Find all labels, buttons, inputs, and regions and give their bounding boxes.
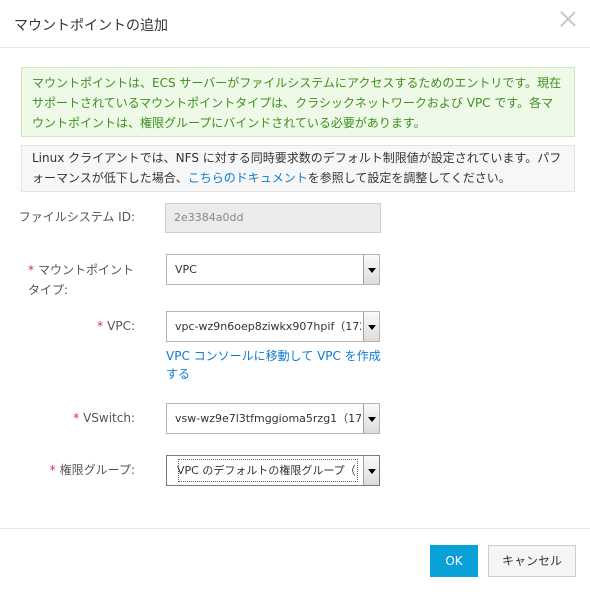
vpc-value: vpc-wz9n6oep8ziwkx907hpif（172.18 [175,320,361,333]
required-mark: * [28,263,34,277]
info-text-after: を参照して設定を調整してください。 [307,171,511,185]
permission-group-label: * 権限グループ: [49,463,135,477]
vpc-select[interactable]: vpc-wz9n6oep8ziwkx907hpif（172.18 [166,311,380,342]
vswitch-label: * VSwitch: [73,411,135,425]
dialog-header: マウントポイントの追加 [0,0,590,48]
mount-type-label: * マウントポイントタイプ: [28,263,135,297]
vswitch-value: vsw-wz9e7l3tfmggioma5rzg1（172.18 [175,412,361,425]
success-message: マウントポイントは、ECS サーバーがファイルシステムにアクセスするためのエント… [21,67,575,137]
chevron-down-icon [363,255,379,284]
mount-type-select[interactable]: VPC [166,254,380,285]
mount-type-value: VPC [175,263,197,276]
vpc-label: * VPC: [97,319,135,333]
chevron-down-icon [363,312,379,341]
required-mark: * [97,319,104,333]
permission-group-value: VPC のデフォルトの権限グループ（ [175,456,361,485]
info-message: Linux クライアントでは、NFS に対する同時要求数のデフォルト制限値が設定… [21,145,575,192]
vswitch-select[interactable]: vsw-wz9e7l3tfmggioma5rzg1（172.18 [166,403,380,434]
filesystem-id-field: 2e3384a0dd [165,203,381,233]
required-mark: * [49,463,56,477]
add-mount-point-dialog: マウントポイントの追加 マウントポイントは、ECS サーバーがファイルシステムに… [0,0,590,600]
chevron-down-icon [363,456,379,485]
create-vpc-link[interactable]: VPC コンソールに移動して VPC を作成する [166,347,382,383]
chevron-down-icon [363,404,379,433]
dialog-title: マウントポイントの追加 [14,18,168,34]
permission-group-select[interactable]: VPC のデフォルトの権限グループ（ [166,455,380,486]
cancel-button[interactable]: キャンセル [488,545,576,577]
ok-button[interactable]: OK [430,545,478,577]
required-mark: * [73,411,80,425]
documentation-link[interactable]: こちらのドキュメント [188,171,308,185]
filesystem-id-label: ファイルシステム ID: [18,210,135,224]
close-icon[interactable] [558,9,578,29]
